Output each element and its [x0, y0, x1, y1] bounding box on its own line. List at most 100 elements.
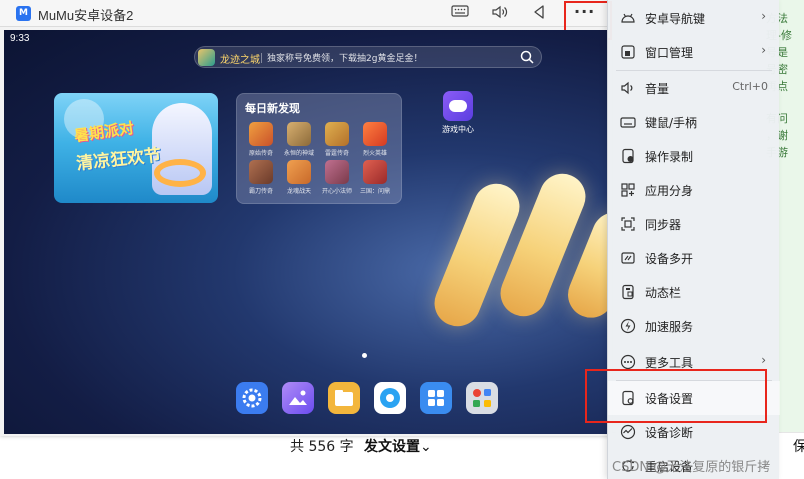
game-icon: [249, 160, 273, 184]
status-time: 9:33: [10, 33, 30, 44]
game-tile[interactable]: 烈火英雄: [359, 122, 391, 157]
save-button[interactable]: 保: [793, 436, 804, 456]
mumu-logo-icon: M: [16, 6, 31, 21]
record-icon: [622, 148, 634, 164]
emulator-window: M MuMu安卓设备2 ··· 9:33 龙迹之城 独家称号免费领，下载抽2g黄…: [0, 0, 612, 436]
game-icon: [325, 160, 349, 184]
game-name: 烈火英雄: [362, 150, 387, 157]
gallery-app-icon[interactable]: [282, 382, 314, 414]
google-folder-icon[interactable]: [466, 382, 498, 414]
menu-shortcut: Ctrl+0: [732, 80, 768, 93]
app-store-icon[interactable]: [420, 382, 452, 414]
game-center-app[interactable]: 游戏中心: [436, 91, 480, 135]
home-search-bar[interactable]: 龙迹之城 独家称号免费领，下载抽2g黄金足金！: [194, 46, 542, 68]
game-name: 永恒的神域: [283, 150, 314, 157]
game-icon: [198, 49, 215, 66]
game-tile[interactable]: 龙魂战天: [283, 160, 315, 195]
android-icon: [621, 13, 635, 23]
game-name: 霸刀传奇: [248, 188, 273, 195]
daily-discover-widget: 每日新发现 原始传奇 永恒的神域 雷霆传奇 烈火英雄 霸刀传奇 龙魂战天 开心小…: [236, 93, 402, 204]
keyboard-icon[interactable]: [449, 4, 471, 24]
word-count-suffix: 字: [339, 439, 354, 455]
settings-app-icon[interactable]: [236, 382, 268, 414]
chevron-right-icon: ›: [761, 353, 766, 367]
android-screen[interactable]: 9:33 龙迹之城 独家称号免费领，下载抽2g黄金足金！ 暑期派对 清凉狂欢节 …: [4, 30, 608, 434]
word-count-prefix: 共: [290, 439, 304, 455]
menu-item-label: 应用分身: [645, 184, 694, 198]
menu-item-keyboard-gamepad[interactable]: 键鼠/手柄: [608, 105, 780, 139]
menu-item-label: 窗口管理: [645, 46, 694, 60]
clone-icon: [621, 183, 635, 197]
chevron-down-icon: ⌄: [420, 439, 432, 455]
menu-item-label: 同步器: [645, 218, 682, 232]
window-icon: [621, 45, 635, 59]
promo-banner[interactable]: 暑期派对 清凉狂欢节: [54, 93, 218, 203]
chevron-right-icon: ›: [761, 43, 766, 57]
csdn-watermark: CSDN @无法复原的银斤拷: [612, 460, 771, 475]
menu-item-boost-service[interactable]: 加速服务: [608, 309, 780, 343]
device-settings-highlight: [585, 369, 767, 423]
game-icon: [363, 160, 387, 184]
chevron-right-icon: ›: [761, 9, 766, 23]
window-title: MuMu安卓设备2: [38, 8, 134, 23]
window-titlebar: M MuMu安卓设备2: [0, 0, 612, 27]
word-count: 共 556 字: [290, 436, 354, 456]
multi-instance-icon: [621, 252, 635, 264]
menu-item-label: 安卓导航键: [645, 12, 706, 26]
menu-item-app-clone[interactable]: 应用分身: [608, 173, 780, 207]
back-icon[interactable]: [528, 4, 550, 24]
gamepad-icon: [443, 91, 473, 121]
more-tools-icon: [620, 354, 636, 370]
game-icon: [287, 160, 311, 184]
menu-item-label: 动态栏: [645, 286, 682, 300]
boost-icon: [620, 318, 636, 334]
publish-settings-label: 发文设置: [364, 439, 420, 455]
menu-item-label: 键鼠/手柄: [645, 116, 698, 130]
game-name: 开心小法师: [321, 188, 352, 195]
search-divider: [261, 53, 262, 63]
game-name: 三国：问鼎: [359, 188, 390, 195]
game-icon: [249, 122, 273, 146]
game-tile[interactable]: 雷霆传奇: [321, 122, 353, 157]
browser-app-icon[interactable]: [374, 382, 406, 414]
game-tile[interactable]: 永恒的神域: [283, 122, 315, 157]
menu-item-label: 设备诊断: [645, 426, 694, 440]
page-indicator: [362, 353, 367, 358]
search-icon[interactable]: [519, 49, 535, 65]
banner-title-2: 清凉狂欢节: [75, 145, 163, 175]
menu-item-label: 设备多开: [645, 252, 694, 266]
word-count-number: 556: [308, 439, 336, 455]
game-icon: [325, 122, 349, 146]
game-name: 龙魂战天: [286, 188, 311, 195]
search-game-name: 龙迹之城: [220, 55, 260, 66]
game-icon: [363, 122, 387, 146]
discover-title: 每日新发现: [245, 102, 300, 115]
files-app-icon[interactable]: [328, 382, 360, 414]
dynamic-bar-icon: [622, 284, 634, 300]
keyboard-icon: [620, 117, 636, 128]
game-tile[interactable]: 原始传奇: [245, 122, 277, 157]
search-promo-text: 独家称号免费领，下载抽2g黄金足金！: [267, 54, 423, 64]
game-tile[interactable]: 霸刀传奇: [245, 160, 277, 195]
game-icon: [287, 122, 311, 146]
menu-item-volume[interactable]: 音量 Ctrl+0: [608, 71, 780, 105]
mumu-wallpaper-logo: [427, 166, 608, 334]
sync-icon: [621, 217, 635, 231]
menu-item-multi-instance[interactable]: 设备多开: [608, 241, 780, 275]
publish-settings-button[interactable]: 发文设置⌄: [364, 436, 432, 456]
menu-item-label: 操作录制: [645, 150, 694, 164]
volume-icon[interactable]: [489, 4, 511, 24]
menu-item-dynamic-bar[interactable]: 动态栏: [608, 275, 780, 309]
menu-item-macro-record[interactable]: 操作录制: [608, 139, 780, 173]
menu-item-label: 音量: [645, 82, 670, 96]
game-center-label: 游戏中心: [442, 125, 474, 134]
app-dock: [230, 382, 510, 418]
game-tile[interactable]: 三国：问鼎: [359, 160, 391, 195]
menu-item-android-nav[interactable]: 安卓导航键 ›: [608, 1, 780, 35]
menu-item-window-manage[interactable]: 窗口管理 ›: [608, 35, 780, 69]
game-name: 雷霆传奇: [324, 150, 349, 157]
game-tile[interactable]: 开心小法师: [321, 160, 353, 195]
diagnose-icon: [620, 424, 636, 440]
game-name: 原始传奇: [248, 150, 273, 157]
menu-item-synchronizer[interactable]: 同步器: [608, 207, 780, 241]
